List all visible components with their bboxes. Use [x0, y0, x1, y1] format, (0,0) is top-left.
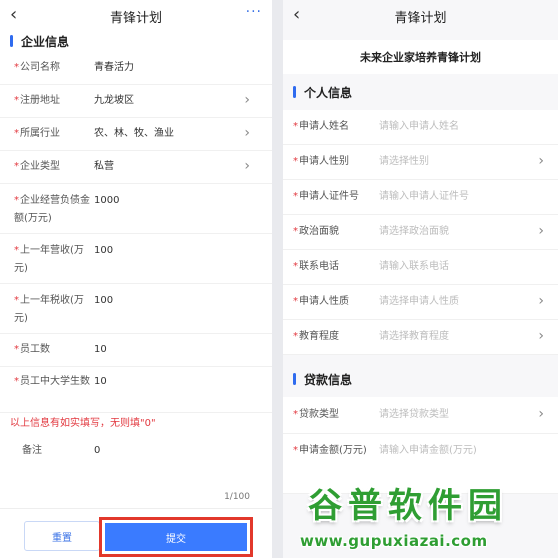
field-industry[interactable]: *所属行业 农、林、牧、渔业 › [0, 118, 272, 151]
submit-button[interactable]: 提交 [105, 523, 247, 551]
field-applicant-nature[interactable]: *申请人性质 请选择申请人性质 › [283, 285, 558, 320]
field-label: *所属行业 [14, 128, 60, 139]
field-value[interactable]: 青春活力 [94, 59, 134, 77]
field-placeholder[interactable]: 请选择性别 [379, 153, 429, 171]
field-graduate-employees[interactable]: *员工中大学生数 10 [0, 367, 272, 413]
field-label: *申请人性别 [293, 156, 349, 167]
field-value[interactable]: 10 [94, 373, 107, 412]
chevron-right-icon[interactable]: › [244, 92, 250, 108]
field-education[interactable]: *教育程度 请选择教育程度 › [283, 320, 558, 355]
field-value[interactable]: 农、林、牧、渔业 [94, 125, 174, 143]
field-label: 备注 [22, 445, 42, 456]
fill-hint-text: 以上信息有如实填写，无则填"0" [10, 418, 156, 429]
field-label: *员工中大学生数 [14, 376, 90, 387]
field-placeholder[interactable]: 请选择贷款类型 [379, 406, 449, 424]
section-accent-bar [293, 86, 296, 98]
field-placeholder[interactable]: 请选择政治面貌 [379, 223, 449, 241]
chevron-right-icon[interactable]: › [538, 223, 544, 239]
field-remark[interactable]: 备注 0 [0, 435, 272, 467]
field-value[interactable]: 0 [94, 442, 100, 460]
watermark-url: www.gupuxiazai.com [300, 532, 488, 550]
field-value[interactable]: 1000 [94, 192, 119, 233]
field-label: *企业类型 [14, 161, 60, 172]
field-applicant-id[interactable]: *申请人证件号 请输入申请人证件号 [283, 180, 558, 215]
field-label: *申请人性质 [293, 296, 349, 307]
right-navbar: ‹ 青锋计划 [283, 0, 558, 32]
company-info-screen: ‹ 青锋计划 ··· 企业信息 *公司名称 青春活力 *注册地址 九龙坡区 › … [0, 0, 272, 558]
chevron-right-icon[interactable]: › [538, 293, 544, 309]
field-value[interactable]: 私营 [94, 158, 114, 176]
field-placeholder[interactable]: 请输入联系电话 [379, 258, 449, 276]
char-counter: 1/100 [224, 492, 250, 502]
field-label: *上一年营收(万元) [14, 245, 84, 274]
field-label: *公司名称 [14, 62, 60, 73]
field-company-name[interactable]: *公司名称 青春活力 [0, 52, 272, 85]
loan-info-section-header: 贷款信息 [283, 361, 558, 397]
watermark-brand: 谷普软件园 [308, 486, 508, 526]
field-placeholder[interactable]: 请选择申请人性质 [379, 293, 459, 311]
field-placeholder[interactable]: 请选择教育程度 [379, 328, 449, 346]
section-title: 个人信息 [304, 85, 353, 100]
page-title: 青锋计划 [394, 10, 447, 26]
field-label: *企业经营负债金额(万元) [14, 195, 90, 224]
site-watermark: 谷普软件园 www.gupuxiazai.com [294, 474, 558, 558]
field-last-year-tax[interactable]: *上一年税收(万元) 100 [0, 284, 272, 334]
chevron-right-icon[interactable]: › [538, 153, 544, 169]
field-label: *政治面貌 [293, 226, 339, 237]
reset-button[interactable]: 重置 [24, 521, 100, 551]
personal-info-section-header: 个人信息 [283, 74, 558, 110]
field-loan-type[interactable]: *贷款类型 请选择贷款类型 › [283, 397, 558, 434]
more-options-icon[interactable]: ··· [246, 4, 262, 20]
field-last-year-revenue[interactable]: *上一年营收(万元) 100 [0, 234, 272, 284]
field-placeholder[interactable]: 请输入申请人证件号 [379, 188, 469, 206]
field-value[interactable]: 100 [94, 292, 113, 333]
field-registered-address[interactable]: *注册地址 九龙坡区 › [0, 85, 272, 118]
field-value[interactable]: 100 [94, 242, 113, 283]
section-title: 企业信息 [21, 34, 70, 49]
section-title: 贷款信息 [304, 372, 353, 387]
chevron-right-icon[interactable]: › [244, 158, 250, 174]
field-employee-count[interactable]: *员工数 10 [0, 334, 272, 367]
field-company-type[interactable]: *企业类型 私营 › [0, 151, 272, 184]
section-accent-bar [10, 35, 13, 47]
field-label: *联系电话 [293, 261, 339, 272]
field-label: *教育程度 [293, 331, 339, 342]
back-icon[interactable]: ‹ [10, 5, 17, 25]
field-value[interactable]: 10 [94, 341, 107, 359]
left-navbar: ‹ 青锋计划 ··· [0, 0, 272, 32]
page-title: 青锋计划 [109, 10, 162, 26]
field-placeholder[interactable]: 请输入申请人姓名 [379, 118, 459, 136]
field-label: *员工数 [14, 344, 50, 355]
field-label: *注册地址 [14, 95, 60, 106]
program-title: 未来企业家培养青锋计划 [283, 40, 558, 74]
field-political-status[interactable]: *政治面貌 请选择政治面貌 › [283, 215, 558, 250]
field-label: *申请人证件号 [293, 191, 359, 202]
submit-highlight-frame: 提交 [99, 517, 253, 557]
field-debt-amount[interactable]: *企业经营负债金额(万元) 1000 [0, 184, 272, 234]
section-accent-bar [293, 373, 296, 385]
field-label: *申请人姓名 [293, 121, 349, 132]
chevron-right-icon[interactable]: › [244, 125, 250, 141]
company-info-section-header: 企业信息 [0, 30, 272, 52]
field-label: *上一年税收(万元) [14, 295, 84, 324]
chevron-right-icon[interactable]: › [538, 406, 544, 422]
field-applicant-name[interactable]: *申请人姓名 请输入申请人姓名 [283, 110, 558, 145]
field-phone[interactable]: *联系电话 请输入联系电话 [283, 250, 558, 285]
field-applicant-gender[interactable]: *申请人性别 请选择性别 › [283, 145, 558, 180]
chevron-right-icon[interactable]: › [538, 328, 544, 344]
back-icon[interactable]: ‹ [293, 5, 300, 25]
field-label: *贷款类型 [293, 409, 339, 420]
field-value[interactable]: 九龙坡区 [94, 92, 134, 110]
bottom-action-bar: 重置 提交 [0, 508, 272, 558]
